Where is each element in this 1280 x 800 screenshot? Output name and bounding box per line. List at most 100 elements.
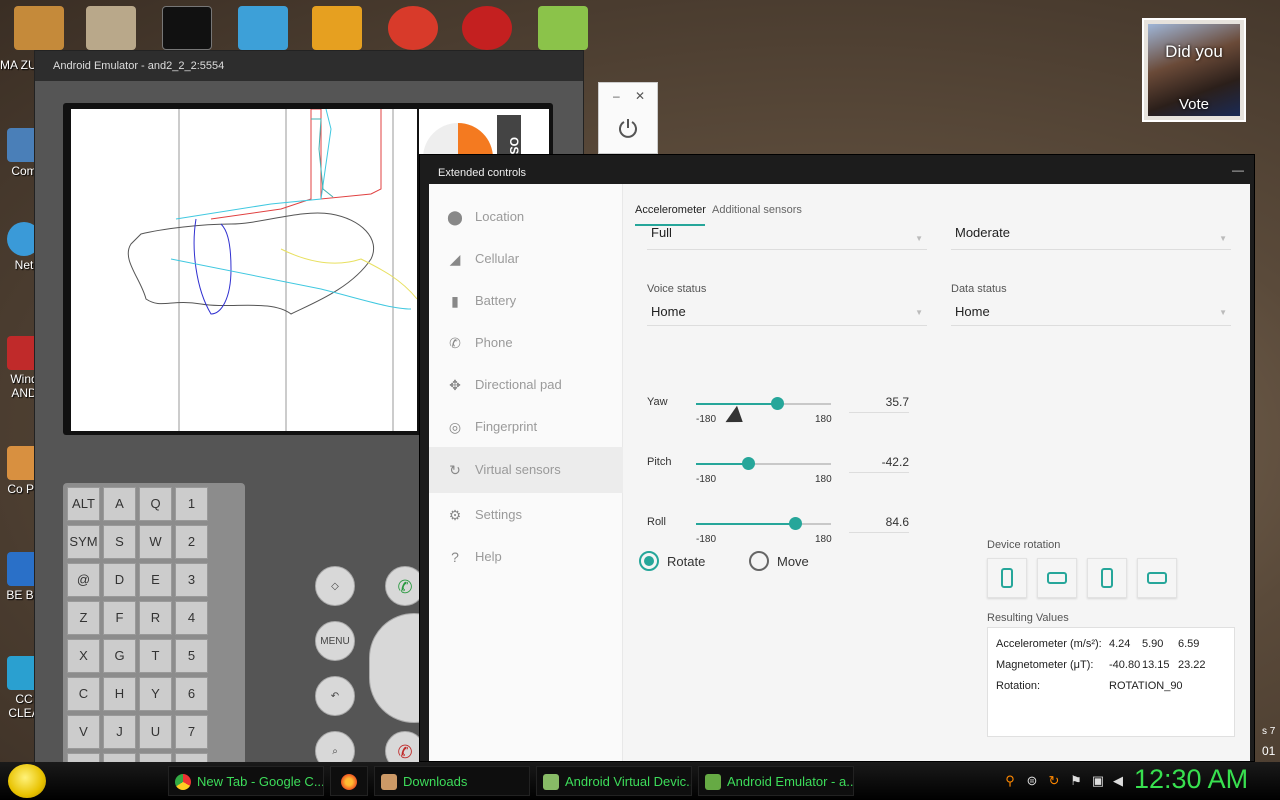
keyboard-key[interactable]: SYM [67, 525, 100, 559]
sidebar-item-settings[interactable]: ⚙ Settings [429, 495, 623, 535]
desktop-icon-files[interactable] [86, 6, 136, 50]
keyboard-key[interactable]: @ [67, 563, 100, 597]
sidebar-item-label: Help [475, 549, 502, 564]
keyboard-key[interactable]: 7 [175, 715, 208, 749]
desktop-icon-app[interactable] [238, 6, 288, 50]
clock[interactable]: 12:30 AM [1134, 764, 1248, 795]
keyboard-key[interactable]: 3 [175, 563, 208, 597]
desktop-icon-devcpp[interactable] [462, 6, 512, 50]
keyboard-key[interactable]: A [103, 487, 136, 521]
keyboard-key[interactable]: 2 [175, 525, 208, 559]
sidebar-item-help[interactable]: ? Help [429, 537, 623, 577]
taskbar: New Tab - Google C... Downloads Android … [0, 762, 1280, 800]
accelerometer-y: 5.90 [1142, 638, 1164, 650]
keyboard-key[interactable]: Y [139, 677, 172, 711]
sidebar-item-phone[interactable]: ✆ Phone [429, 323, 623, 363]
rotation-name: Rotation: [996, 680, 1041, 692]
network-icon[interactable]: ▣ [1090, 773, 1106, 789]
power-icon[interactable] [617, 117, 639, 139]
sensors-icon: ↻ [449, 462, 461, 478]
keyboard-key[interactable]: F [103, 601, 136, 635]
slider-value[interactable]: 84.6 [849, 515, 909, 533]
keyboard-key[interactable]: W [139, 525, 172, 559]
start-button[interactable] [8, 764, 46, 798]
keyboard-key[interactable]: X [67, 639, 100, 673]
taskbar-item-downloads[interactable]: Downloads [374, 766, 530, 796]
tab-additional-sensors[interactable]: Additional sensors [712, 204, 802, 216]
keyboard-key[interactable]: S [103, 525, 136, 559]
keyboard-key[interactable]: C [67, 677, 100, 711]
extended-controls-window[interactable]: Extended controls — ⬤ Location ◢ Cellula… [419, 154, 1255, 762]
rotate-portrait-button[interactable] [987, 558, 1027, 598]
slider-fill [696, 463, 748, 465]
help-icon: ? [451, 549, 459, 565]
close-icon[interactable]: ✕ [635, 89, 645, 103]
rotate-landscape-button[interactable] [1037, 558, 1077, 598]
slider-thumb[interactable] [789, 517, 803, 530]
keyboard-key[interactable]: Q [139, 487, 172, 521]
photo-widget[interactable]: Did you Vote [1142, 18, 1246, 122]
volume-icon[interactable]: ◀ [1110, 773, 1126, 789]
sidebar-item-virtual-sensors[interactable]: ↻ Virtual sensors [429, 447, 623, 493]
taskbar-item-chrome[interactable]: New Tab - Google C... [168, 766, 324, 796]
keyboard-key[interactable]: 5 [175, 639, 208, 673]
emulator-screen[interactable] [71, 108, 418, 431]
rotate-reverse-landscape-button[interactable] [1137, 558, 1177, 598]
slider-track[interactable] [696, 517, 831, 530]
desktop-icon-terminal[interactable] [162, 6, 212, 50]
keyboard-key[interactable]: T [139, 639, 172, 673]
keyboard-key[interactable]: J [103, 715, 136, 749]
emu-back-button[interactable]: ↶ [315, 676, 355, 716]
rotate-radio[interactable] [639, 551, 659, 571]
slider-thumb[interactable] [741, 457, 755, 470]
emu-menu-button[interactable]: MENU [315, 621, 355, 661]
keyboard-key[interactable]: Z [67, 601, 100, 635]
emu-home-button[interactable]: ◇ [315, 566, 355, 606]
keyboard-key[interactable]: R [139, 601, 172, 635]
desktop-icon-bad-piggies[interactable] [312, 6, 362, 50]
sidebar-item-location[interactable]: ⬤ Location [429, 197, 623, 237]
taskbar-item-firefox[interactable] [330, 766, 368, 796]
tab-accelerometer[interactable]: Accelerometer [635, 204, 706, 216]
data-status-dropdown[interactable]: Home ▼ [951, 302, 1231, 326]
desktop-icon-android[interactable] [538, 6, 588, 50]
sidebar-item-directional-pad[interactable]: ✥ Directional pad [429, 365, 623, 405]
refresh-icon[interactable]: ↻ [1046, 773, 1062, 789]
sidebar-item-cellular[interactable]: ◢ Cellular [429, 239, 623, 279]
keyboard-key[interactable]: U [139, 715, 172, 749]
move-radio[interactable] [749, 551, 769, 571]
keyboard-key[interactable]: ALT [67, 487, 100, 521]
slider-track[interactable] [696, 397, 831, 410]
minimize-icon[interactable]: — [1232, 163, 1244, 177]
keyboard-key[interactable]: 1 [175, 487, 208, 521]
keyboard-key[interactable]: D [103, 563, 136, 597]
voice-status-dropdown[interactable]: Home ▼ [647, 302, 927, 326]
search-icon[interactable]: ⚲ [1002, 773, 1018, 789]
keyboard-key[interactable]: 4 [175, 601, 208, 635]
keyboard-key[interactable]: 6 [175, 677, 208, 711]
minimize-icon[interactable]: – [613, 89, 620, 103]
taskbar-item-emulator[interactable]: Android Emulator - a... [698, 766, 854, 796]
slider-min: -180 [696, 414, 717, 425]
extended-controls-content: ⬤ Location ◢ Cellular ▮ Battery ✆ Phone … [429, 184, 1250, 761]
slider-track[interactable] [696, 457, 831, 470]
photo-image: Did you Vote [1148, 24, 1240, 116]
keyboard-key[interactable]: V [67, 715, 100, 749]
network-type-dropdown[interactable]: Full ▼ [647, 228, 927, 250]
flag-icon[interactable]: ⚑ [1068, 773, 1084, 789]
desktop-icon-folder[interactable] [14, 6, 64, 50]
slider-thumb[interactable] [770, 397, 784, 410]
slider-value[interactable]: 35.7 [849, 395, 909, 413]
sidebar-item-battery[interactable]: ▮ Battery [429, 281, 623, 321]
rotate-reverse-portrait-button[interactable] [1087, 558, 1127, 598]
sidebar-item-fingerprint[interactable]: ◎ Fingerprint [429, 407, 623, 447]
slider-value[interactable]: -42.2 [849, 455, 909, 473]
taskbar-item-avd-manager[interactable]: Android Virtual Devic... [536, 766, 692, 796]
keyboard-key[interactable]: H [103, 677, 136, 711]
keyboard-key[interactable]: E [139, 563, 172, 597]
keyboard-key[interactable]: G [103, 639, 136, 673]
desktop-icon-p-app[interactable] [388, 6, 438, 50]
chevron-down-icon: ▼ [1219, 234, 1227, 243]
tray-app-icon[interactable]: ⊜ [1024, 773, 1040, 789]
signal-strength-dropdown[interactable]: Moderate ▼ [951, 228, 1231, 250]
